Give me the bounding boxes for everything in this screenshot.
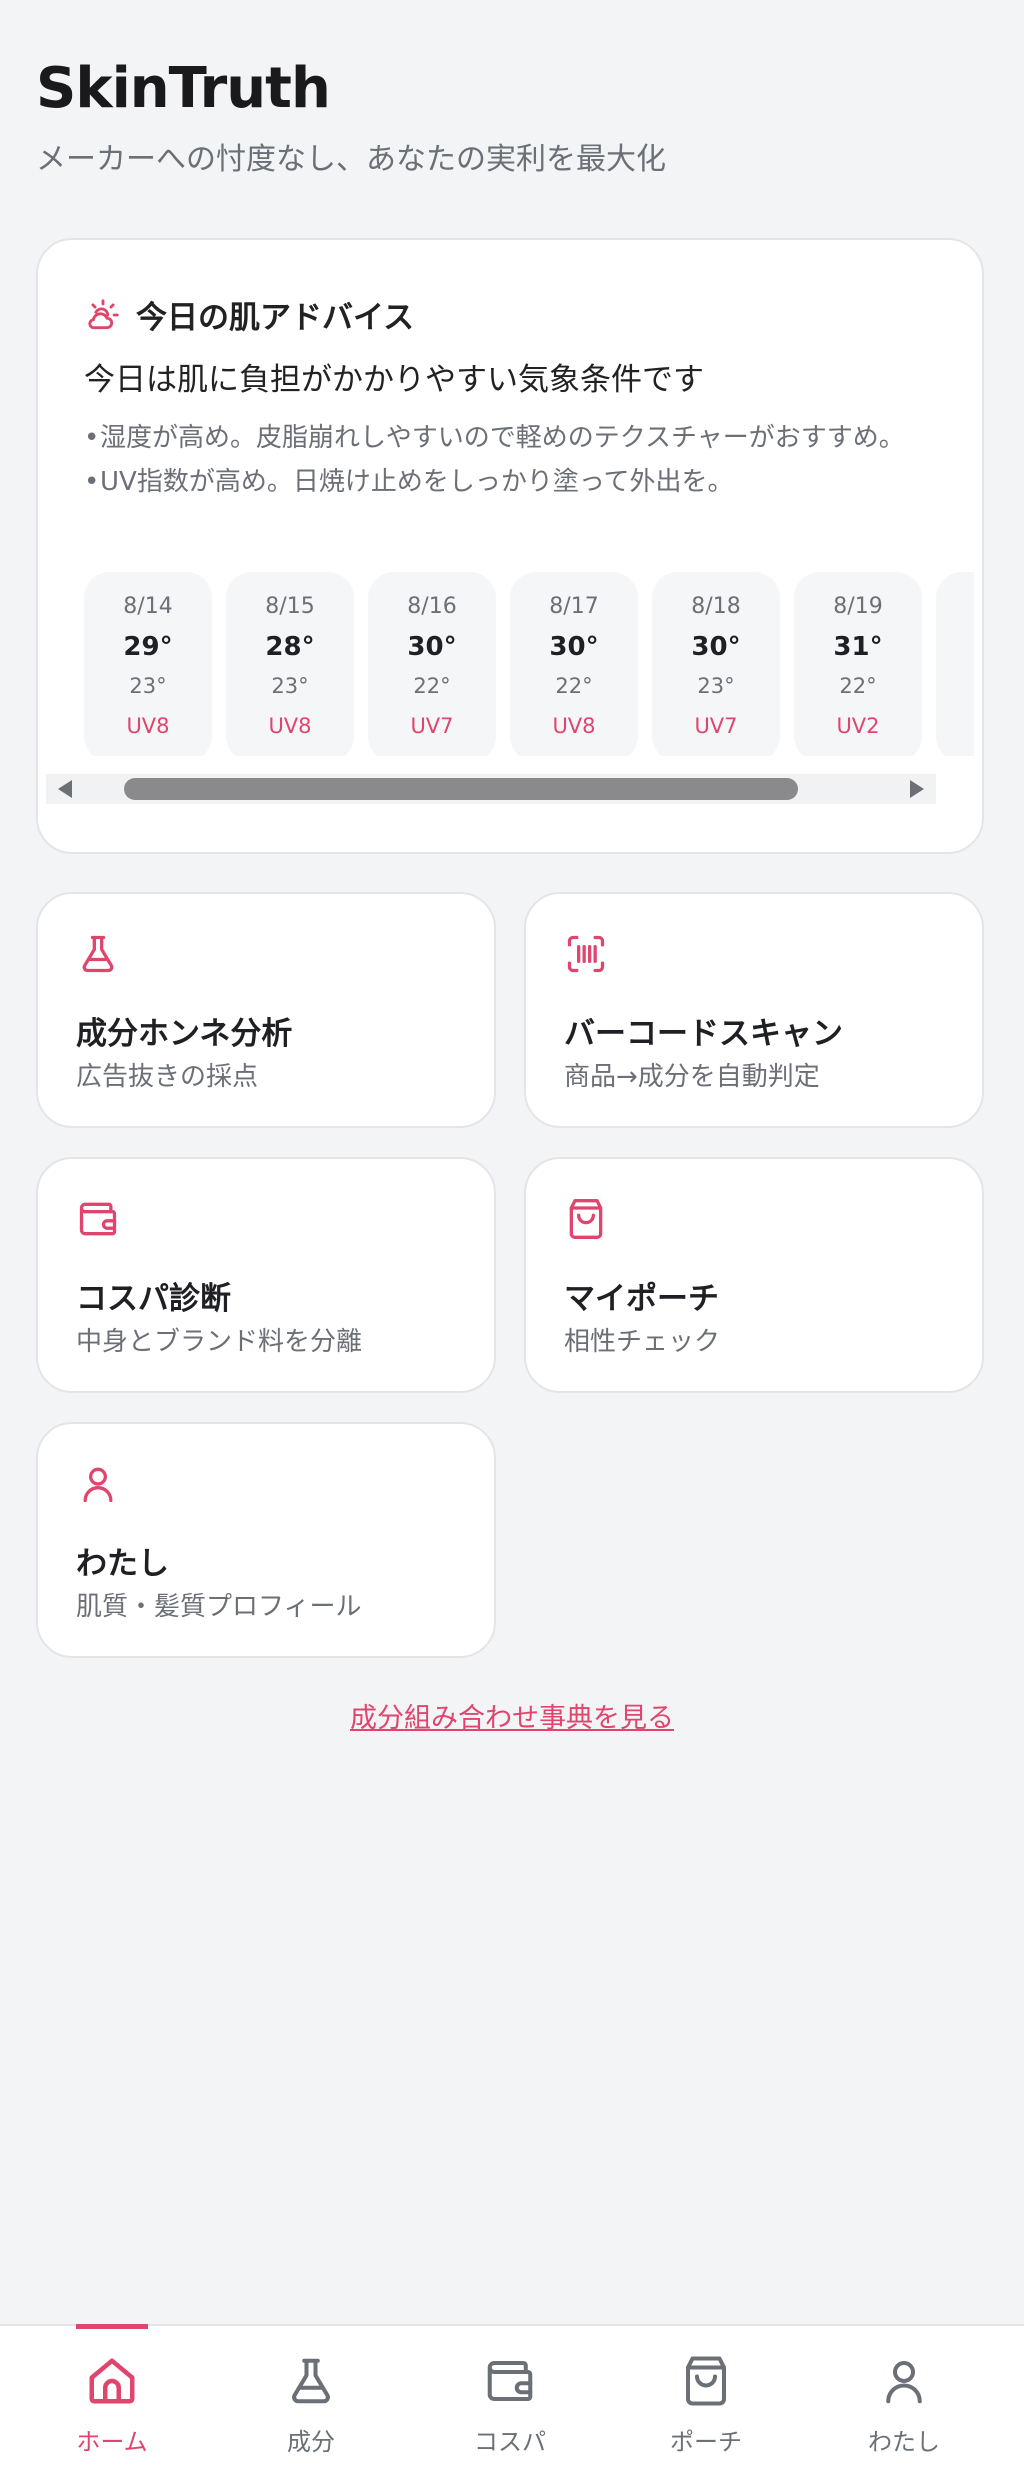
advice-headline: 今日は肌に負担がかかりやすい気象条件です (84, 362, 704, 398)
sun-cloud-icon (88, 298, 119, 329)
tile-cost-performance[interactable]: コスパ診断 中身とブランド料を分離 (36, 1157, 496, 1393)
advice-bullets: 湿度が高め。皮脂崩れしやすいので軽めのテクスチャーがおすすめ。 UV指数が高め。… (84, 416, 944, 504)
flask-icon (82, 935, 114, 973)
nav-label: 成分 (287, 2428, 335, 2456)
forecast-high: 30° (691, 632, 741, 662)
forecast-uv: UV8 (552, 714, 596, 738)
forecast-date: 8/17 (549, 594, 599, 619)
tile-my-pouch[interactable]: マイポーチ 相性チェック (524, 1157, 984, 1393)
tile-subtitle: 相性チェック (564, 1327, 721, 1357)
nav-pouch[interactable]: ポーチ (604, 2326, 808, 2466)
flask-icon (292, 2358, 330, 2404)
nav-cost-performance[interactable]: コスパ (408, 2326, 612, 2466)
active-tab-indicator (76, 2324, 148, 2329)
forecast-day: 8/15 28° 23° UV8 (226, 572, 354, 756)
forecast-high: 30° (407, 632, 457, 662)
forecast-date: 8/15 (265, 594, 315, 619)
header: SkinTruth メーカーへの忖度なし、あなたの実利を最大化 (36, 58, 666, 178)
wallet-icon (79, 1202, 117, 1236)
advice-bullet-uv: UV指数が高め。日焼け止めをしっかり塗って外出を。 (84, 460, 944, 504)
scroll-left-arrow-icon[interactable] (58, 780, 72, 798)
forecast-low: 22° (555, 674, 593, 698)
forecast-scroller[interactable]: 8/14 29° 23° UV8 8/15 28° 23° UV8 8/16 3… (84, 572, 974, 756)
barcode-scan-icon (567, 935, 605, 973)
forecast-row: 8/14 29° 23° UV8 8/15 28° 23° UV8 8/16 3… (84, 572, 974, 756)
nav-label: ホーム (76, 2428, 148, 2456)
advice-title: 今日の肌アドバイス (136, 300, 415, 336)
forecast-uv: UV8 (126, 714, 170, 738)
app-subtitle: メーカーへの忖度なし、あなたの実利を最大化 (36, 141, 666, 177)
nav-label: わたし (868, 2428, 940, 2456)
person-icon (886, 2360, 922, 2404)
tile-subtitle: 中身とブランド料を分離 (76, 1327, 363, 1357)
nav-home[interactable]: ホーム (10, 2324, 214, 2466)
forecast-high: 30° (549, 632, 599, 662)
nav-ingredients[interactable]: 成分 (209, 2326, 413, 2466)
forecast-day: 8/18 30° 23° UV7 (652, 572, 780, 756)
forecast-low: 23° (129, 674, 167, 698)
tile-ingredient-analysis[interactable]: 成分ホンネ分析 広告抜きの採点 (36, 892, 496, 1128)
forecast-low: 22° (413, 674, 451, 698)
pouch-icon (685, 2356, 727, 2406)
nav-profile[interactable]: わたし (802, 2326, 1006, 2466)
nav-label: コスパ (474, 2428, 546, 2456)
tile-barcode-scan[interactable]: バーコードスキャン 商品→成分を自動判定 (524, 892, 984, 1128)
forecast-uv: UV8 (268, 714, 312, 738)
nav-label: ポーチ (670, 2428, 742, 2456)
forecast-high: 31° (833, 632, 883, 662)
tile-title: わたし (76, 1546, 169, 1582)
wallet-icon (487, 2360, 533, 2402)
advice-header: 今日の肌アドバイス (84, 292, 414, 337)
forecast-high: 28° (265, 632, 315, 662)
scroll-right-arrow-icon[interactable] (910, 780, 924, 798)
tile-title: マイポーチ (564, 1281, 719, 1317)
forecast-date: 8/18 (691, 594, 741, 619)
forecast-low: 22° (839, 674, 877, 698)
forecast-high: 29° (123, 632, 173, 662)
tile-title: バーコードスキャン (564, 1016, 843, 1052)
app-title: SkinTruth (36, 56, 331, 121)
tile-title: コスパ診断 (76, 1281, 231, 1317)
forecast-date: 8/19 (833, 594, 883, 619)
forecast-day (936, 572, 974, 756)
forecast-low: 23° (697, 674, 735, 698)
ingredient-dictionary-link[interactable]: 成分組み合わせ事典を見る (0, 1696, 1024, 1735)
forecast-low: 23° (271, 674, 309, 698)
scrollbar-thumb[interactable] (124, 778, 798, 800)
forecast-day: 8/17 30° 22° UV8 (510, 572, 638, 756)
forecast-uv: UV7 (694, 714, 738, 738)
forecast-day: 8/16 30° 22° UV7 (368, 572, 496, 756)
tile-my-profile[interactable]: わたし 肌質・髪質プロフィール (36, 1422, 496, 1658)
advice-bullet-humidity: 湿度が高め。皮脂崩れしやすいので軽めのテクスチャーがおすすめ。 (84, 416, 944, 460)
skin-advice-card: 今日の肌アドバイス 今日は肌に負担がかかりやすい気象条件です 湿度が高め。皮脂崩… (36, 238, 984, 854)
home-icon (89, 2358, 135, 2404)
forecast-day: 8/19 31° 22° UV2 (794, 572, 922, 756)
person-icon (83, 1467, 113, 1503)
forecast-day: 8/14 29° 23° UV8 (84, 572, 212, 756)
forecast-uv: UV2 (836, 714, 880, 738)
pouch-icon (569, 1199, 603, 1239)
tile-subtitle: 商品→成分を自動判定 (564, 1062, 820, 1092)
tile-title: 成分ホンネ分析 (76, 1016, 293, 1052)
forecast-uv: UV7 (410, 714, 454, 738)
tile-subtitle: 広告抜きの採点 (76, 1062, 259, 1092)
forecast-date: 8/16 (407, 594, 457, 619)
tile-subtitle: 肌質・髪質プロフィール (76, 1592, 362, 1622)
bottom-nav: ホーム 成分 コスパ ポーチ わたし (0, 2324, 1024, 2466)
forecast-date: 8/14 (123, 594, 173, 619)
